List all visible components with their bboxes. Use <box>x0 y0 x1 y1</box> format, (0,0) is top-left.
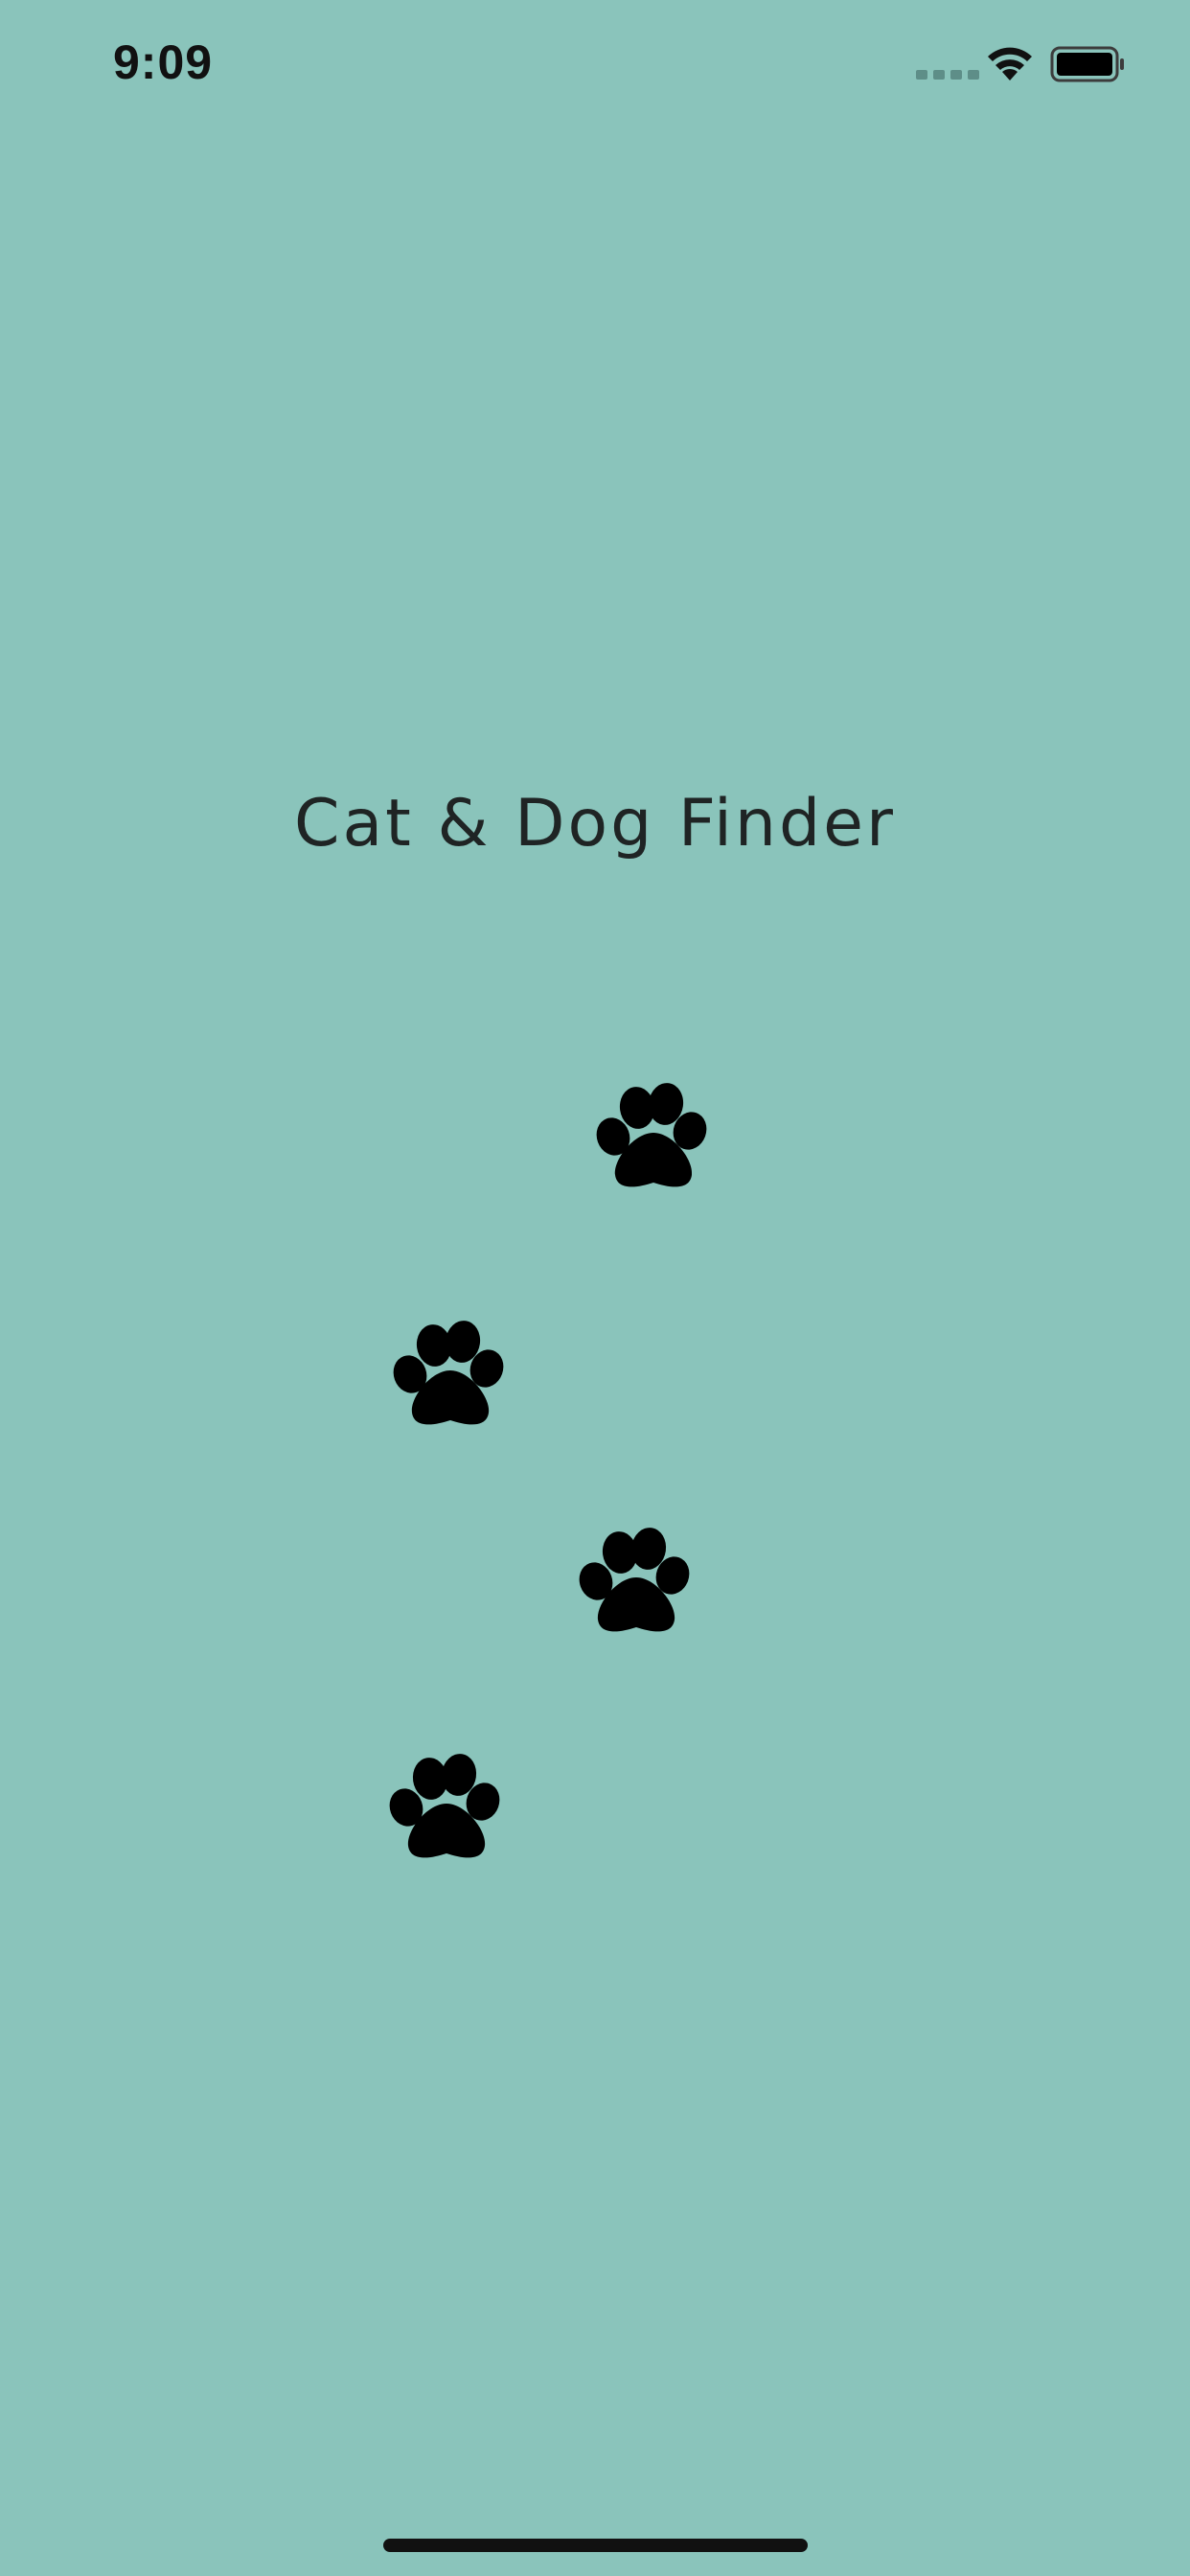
signal-dots-icon <box>916 70 979 80</box>
paw-icon <box>381 1317 508 1428</box>
paw-icon <box>584 1079 711 1190</box>
wifi-icon <box>988 47 1032 80</box>
status-bar: 9:09 <box>0 0 1190 134</box>
app-title: Cat & Dog Finder <box>294 786 896 862</box>
paw-icon <box>378 1750 504 1861</box>
status-time: 9:09 <box>113 35 214 89</box>
battery-icon <box>1050 46 1124 82</box>
paw-icon <box>567 1524 694 1635</box>
home-indicator[interactable] <box>383 2539 808 2552</box>
